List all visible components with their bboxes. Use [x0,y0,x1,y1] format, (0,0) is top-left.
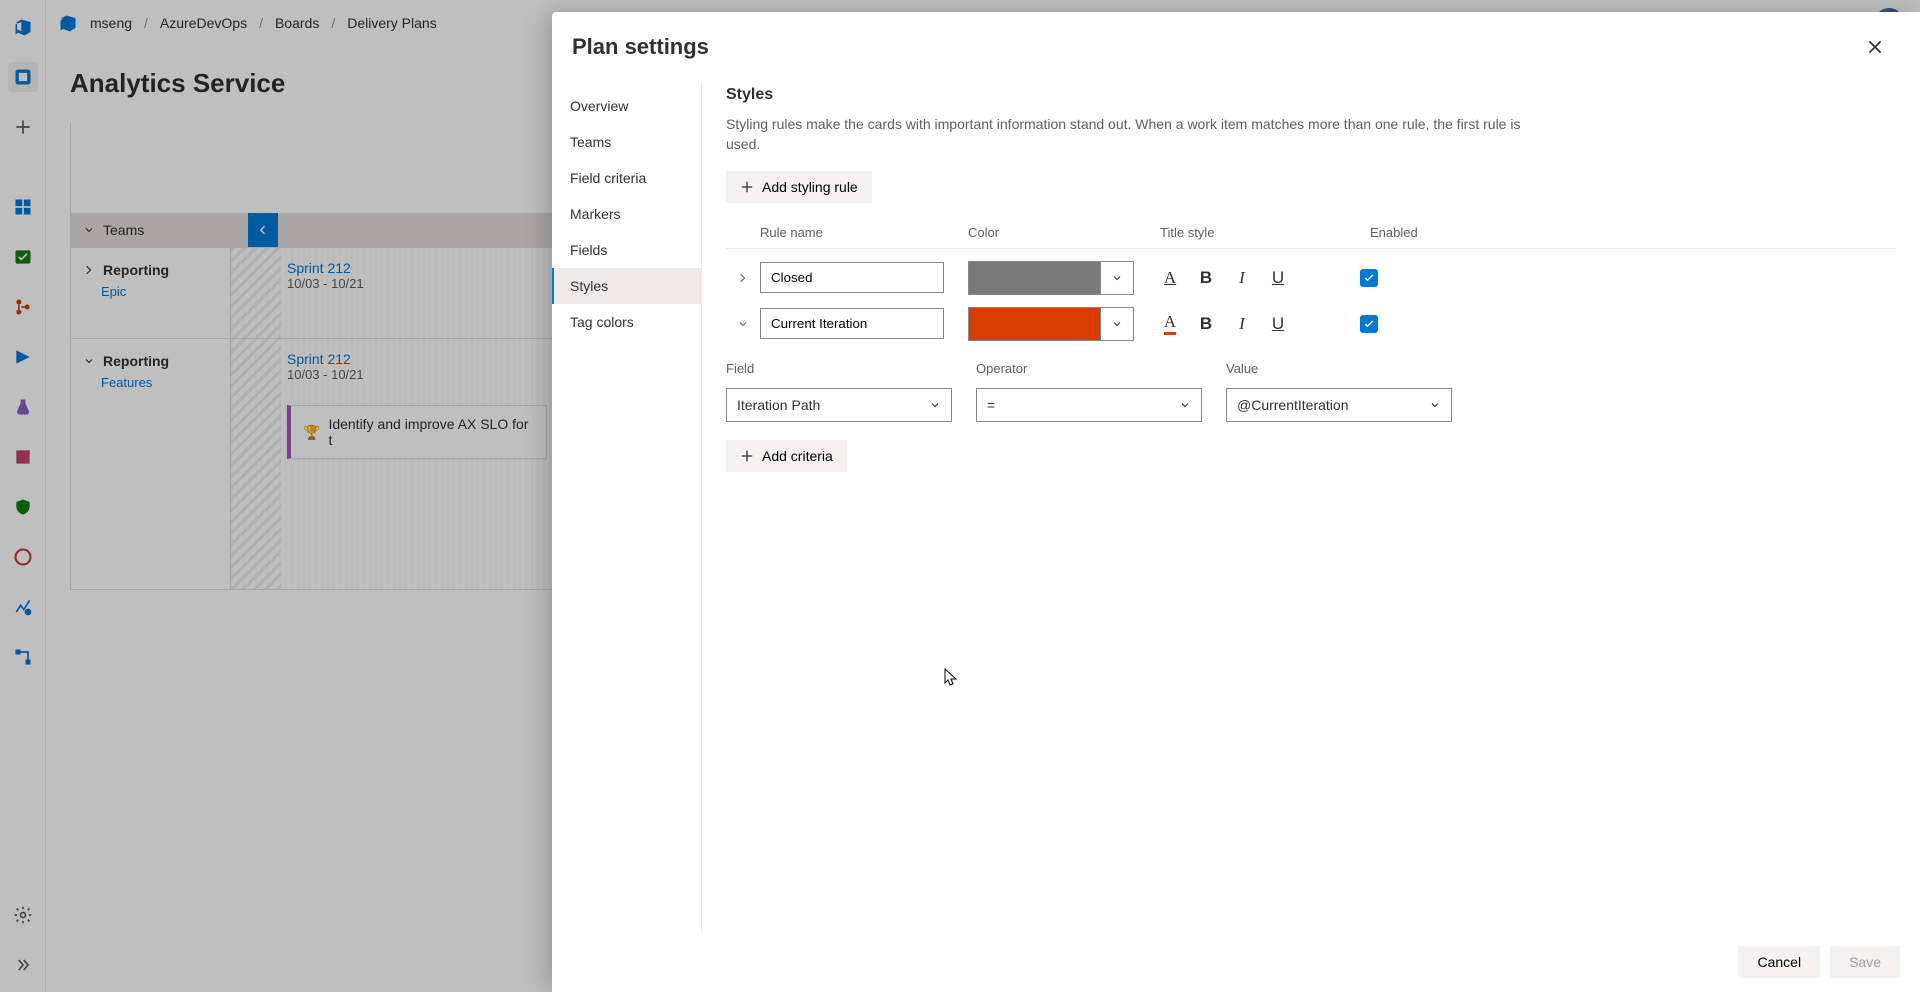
panel-nav: Overview Teams Field criteria Markers Fi… [552,82,702,932]
add-styling-rule-button[interactable]: Add styling rule [726,171,872,203]
add-criteria-label: Add criteria [762,448,833,464]
chevron-down-icon [929,399,941,411]
nav-tag-colors[interactable]: Tag colors [552,304,701,340]
color-dropdown[interactable] [1100,261,1134,295]
plus-icon [740,180,754,194]
style-rule-row: A B I U [726,249,1896,295]
style-rule-row: A B I U [726,295,1896,341]
close-icon[interactable] [1858,30,1892,64]
italic-button[interactable]: I [1230,265,1254,291]
color-dropdown[interactable] [1100,307,1134,341]
plus-icon [740,449,754,463]
rule-name-input[interactable] [760,308,944,339]
chevron-down-icon [1179,399,1191,411]
plan-settings-panel: Plan settings Overview Teams Field crite… [552,12,1920,992]
section-heading: Styles [726,86,1896,104]
section-description: Styling rules make the cards with import… [726,114,1526,155]
criteria-field-dropdown[interactable]: Iteration Path [726,388,952,422]
color-swatch [968,307,1100,341]
font-color-button[interactable]: A [1158,311,1182,337]
bold-button[interactable]: B [1194,265,1218,291]
font-color-button[interactable]: A [1158,265,1182,291]
enabled-checkbox[interactable] [1360,315,1378,333]
nav-field-criteria[interactable]: Field criteria [552,160,701,196]
save-button[interactable]: Save [1830,946,1900,978]
cancel-button[interactable]: Cancel [1738,946,1820,978]
nav-fields[interactable]: Fields [552,232,701,268]
criteria-operator-label: Operator [976,361,1226,376]
criteria-value-text: @CurrentIteration [1237,397,1348,413]
color-swatch [968,261,1100,295]
chevron-down-icon [1429,399,1441,411]
rule-name-input[interactable] [760,262,944,293]
criteria-field-label: Field [726,361,976,376]
bold-button[interactable]: B [1194,311,1218,337]
criteria-value-dropdown[interactable]: @CurrentIteration [1226,388,1452,422]
criteria-operator-dropdown[interactable]: = [976,388,1202,422]
nav-teams[interactable]: Teams [552,124,701,160]
criteria-operator-value: = [987,397,995,413]
col-enabled: Enabled [1370,225,1450,240]
nav-overview[interactable]: Overview [552,88,701,124]
col-color: Color [968,225,1160,240]
criteria-value-label: Value [1226,361,1476,376]
enabled-checkbox[interactable] [1360,269,1378,287]
add-criteria-button[interactable]: Add criteria [726,440,847,472]
col-title-style: Title style [1160,225,1370,240]
nav-styles[interactable]: Styles [552,268,701,304]
italic-button[interactable]: I [1230,311,1254,337]
expand-rule-icon[interactable] [726,272,760,284]
col-rule-name: Rule name [760,225,968,240]
collapse-rule-icon[interactable] [726,318,760,330]
criteria-field-value: Iteration Path [737,397,820,413]
panel-title: Plan settings [572,34,709,60]
nav-markers[interactable]: Markers [552,196,701,232]
underline-button[interactable]: U [1266,265,1290,291]
add-rule-label: Add styling rule [762,179,858,195]
underline-button[interactable]: U [1266,311,1290,337]
